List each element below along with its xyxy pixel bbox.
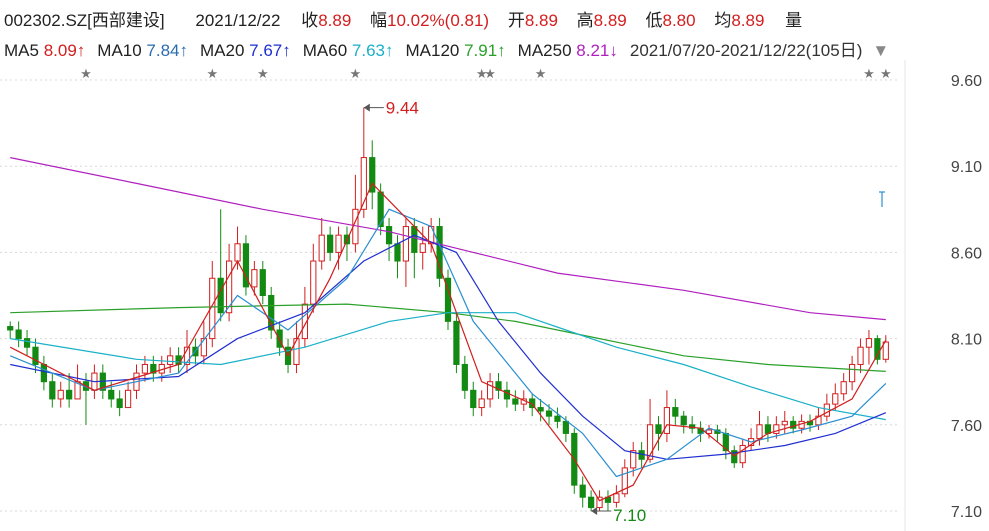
candle-body	[411, 226, 418, 253]
candle-body	[756, 424, 763, 440]
candle-body	[857, 346, 864, 365]
low-marker-arrow-icon	[591, 507, 598, 515]
candle-body	[167, 355, 174, 365]
candle-body	[124, 389, 132, 409]
candle-body	[40, 363, 47, 383]
candle-body	[327, 234, 334, 253]
candle-body	[7, 326, 14, 331]
y-tick-label: 9.10	[951, 159, 982, 176]
candle-body	[764, 424, 772, 434]
y-tick-label: 7.60	[951, 418, 982, 435]
candle-body	[23, 338, 31, 348]
candle-body	[419, 243, 426, 253]
candle-body	[402, 226, 410, 262]
candle-body	[259, 269, 266, 297]
y-tick-label: 9.60	[951, 73, 982, 90]
candle-body	[832, 393, 839, 405]
candle-body	[453, 320, 460, 365]
candle-body	[781, 420, 788, 426]
high-marker-arrow-icon	[363, 103, 370, 112]
candle-body	[545, 410, 553, 417]
event-star-icon: ★	[880, 66, 892, 81]
candle-body	[537, 407, 544, 412]
candle-body	[562, 420, 569, 434]
candle-body	[874, 338, 881, 360]
candle-body	[849, 363, 856, 383]
y-tick-label: 7.10	[951, 504, 982, 521]
candle-body	[217, 277, 224, 314]
candle-body	[116, 398, 123, 409]
candle-body	[554, 415, 561, 422]
candlestick-chart: 9.609.108.608.107.607.10★ ★ ★ ★ ★★ ★ ★ ★9.447.1…	[0, 60, 982, 531]
candle-body	[310, 260, 317, 305]
candle-body	[335, 234, 342, 253]
candle-body	[251, 269, 258, 288]
ma20-line	[10, 234, 887, 460]
candle-body	[377, 191, 384, 228]
candle-body	[200, 338, 207, 357]
candle-body	[478, 398, 485, 409]
candle-body	[108, 389, 115, 400]
event-star-icon: ★	[257, 66, 269, 81]
candle-body	[579, 484, 586, 498]
candle-body	[655, 424, 662, 434]
candle-body	[823, 403, 830, 417]
candle-body	[461, 363, 468, 391]
y-tick-label: 8.10	[951, 332, 982, 349]
candle-body	[394, 243, 401, 262]
candle-body	[865, 338, 873, 348]
event-star-icon: ★	[80, 66, 92, 81]
candle-body	[588, 496, 595, 509]
candle-body	[512, 398, 519, 405]
candle-body	[739, 444, 746, 464]
event-star-icon: ★	[535, 66, 547, 81]
high-marker-label: 9.44	[386, 99, 419, 118]
candle-body	[32, 346, 39, 365]
candle-body	[385, 226, 393, 245]
y-tick-label: 8.60	[951, 245, 982, 262]
candle-body	[57, 389, 64, 400]
candle-body	[470, 389, 477, 409]
candle-body	[663, 407, 671, 434]
candle-body	[613, 493, 620, 503]
candle-body	[318, 234, 325, 262]
event-star-icon: ★	[350, 66, 362, 81]
event-star-icon: ★	[863, 66, 875, 81]
candle-body	[680, 415, 687, 426]
low-marker-label: 7.10	[613, 506, 646, 525]
candle-body	[234, 243, 241, 262]
candle-body	[672, 407, 679, 417]
candle-body	[49, 381, 56, 400]
event-star-icon: ★	[484, 66, 496, 81]
candle-body	[66, 389, 73, 400]
candle-body	[141, 363, 149, 374]
event-star-icon: ★	[206, 66, 218, 81]
candle-body	[840, 381, 847, 395]
candle-body	[15, 329, 22, 340]
ma5-line	[9, 182, 887, 502]
